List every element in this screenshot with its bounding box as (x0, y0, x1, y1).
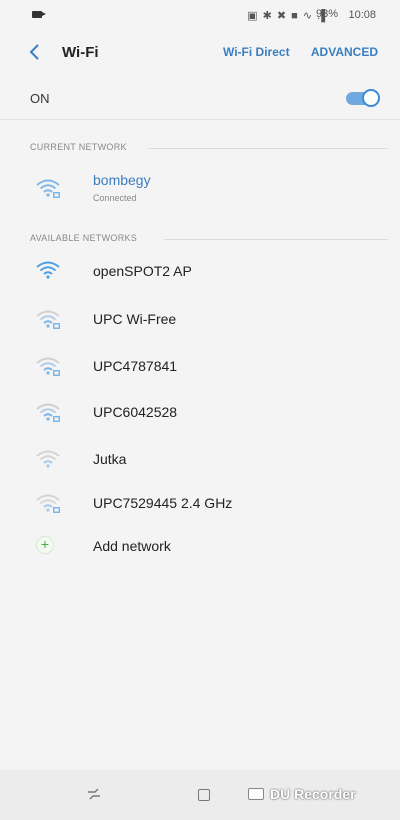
status-bar: ▣ ✱ ✖ ■ ∿ .▌ 93% 10:08 (0, 0, 400, 32)
network-name: openSPOT2 AP (93, 263, 192, 279)
watermark-text: DU Recorder (270, 786, 356, 802)
wifi-secured-icon (36, 403, 60, 422)
network-name: Jutka (93, 451, 127, 467)
section-divider (148, 148, 388, 149)
clock: 10:08 (348, 9, 376, 21)
system-nav-bar: DU Recorder (0, 770, 400, 820)
app-bar: Wi-Fi Wi-Fi Direct ADVANCED (0, 32, 400, 74)
wifi-switch-label: ON (30, 91, 50, 106)
wifi-master-switch-row[interactable]: ON (0, 79, 400, 120)
wifi-secured-icon (36, 310, 60, 329)
page-title: Wi-Fi (62, 44, 99, 61)
add-network-label: Add network (93, 538, 171, 554)
wifi-open-icon (36, 450, 60, 468)
plus-icon: + (36, 536, 54, 554)
back-arrow-icon[interactable] (24, 41, 46, 63)
video-recording-icon (32, 11, 46, 18)
current-network-header: CURRENT NETWORK (30, 142, 127, 152)
network-name: UPC4787841 (93, 358, 178, 374)
section-divider (164, 239, 388, 240)
wifi-secured-icon (36, 179, 60, 198)
recorder-icon (248, 788, 264, 800)
wifi-toggle[interactable] (344, 89, 380, 107)
network-name: UPC7529445 2.4 GHz (93, 495, 233, 511)
battery-level: 93% (315, 8, 338, 20)
current-network-status: Connected (93, 193, 137, 203)
home-button-icon[interactable] (198, 789, 210, 801)
recorder-watermark: DU Recorder (248, 786, 356, 802)
current-network-name: bombegy (93, 172, 151, 188)
network-name: UPC6042528 (93, 404, 178, 420)
wifi-open-icon (36, 261, 60, 279)
wifi-secured-icon (36, 494, 60, 513)
network-name: UPC Wi-Free (93, 311, 177, 327)
wifi-secured-icon (36, 357, 60, 376)
recent-apps-icon[interactable] (86, 787, 102, 801)
wifi-direct-button[interactable]: Wi-Fi Direct (223, 45, 290, 59)
available-networks-header: AVAILABLE NETWORKS (30, 233, 138, 243)
advanced-button[interactable]: ADVANCED (311, 45, 378, 59)
